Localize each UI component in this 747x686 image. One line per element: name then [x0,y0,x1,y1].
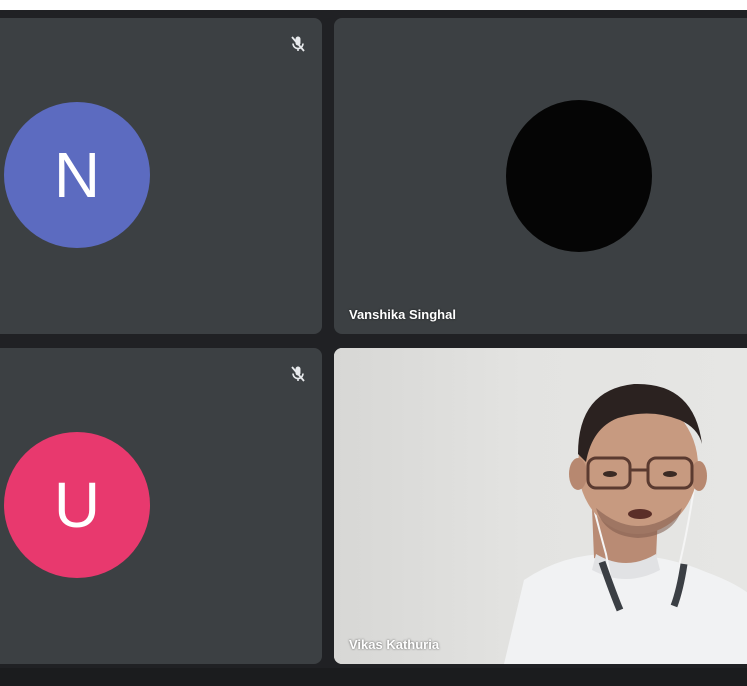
avatar-initial: N [53,139,101,211]
participant-tile-vikas[interactable]: Vikas Kathuria [334,348,747,664]
participant-tile-u[interactable]: U [0,348,322,664]
participant-name: Vanshika Singhal [349,307,456,322]
participant-name: Vikas Kathuria [349,637,440,652]
participant-video-image [504,383,747,664]
mic-off-icon [291,366,305,382]
meeting-stage: N Vanshika Singhal U Vikas Kathuria [0,0,747,686]
participant-tile-vanshika[interactable]: Vanshika Singhal [334,18,747,334]
top-strip [0,0,747,10]
participant-tile-n[interactable]: N [0,18,322,334]
avatar: U [4,432,150,578]
avatar: N [4,102,150,248]
mic-off-icon [291,36,305,52]
bottom-strip [0,668,747,686]
avatar [506,100,652,252]
avatar-initial: U [53,469,101,541]
